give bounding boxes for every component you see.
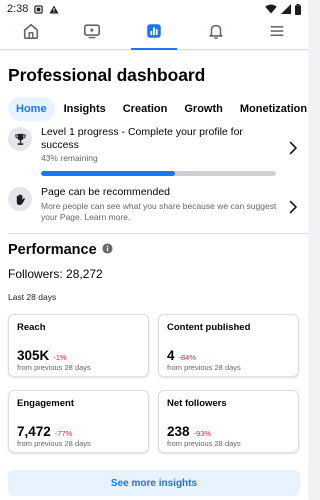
tab-home[interactable] <box>0 18 62 49</box>
hand-wave-icon <box>8 187 32 211</box>
card-value: 4 <box>167 348 175 363</box>
trophy-icon <box>8 127 32 151</box>
video-icon <box>83 22 101 45</box>
status-bar: 2:38 <box>0 0 308 18</box>
card-note: from previous 28 days <box>17 363 91 372</box>
pill-growth[interactable]: Growth <box>176 97 231 121</box>
level-progress-bar <box>41 171 276 176</box>
see-more-insights-button[interactable]: See more insights <box>8 470 300 496</box>
card-title: Content published <box>167 322 251 333</box>
pill-insights[interactable]: Insights <box>56 97 114 121</box>
level-progress-remaining: 43% remaining <box>41 153 98 163</box>
card-title: Net followers <box>167 398 227 409</box>
card-title: Reach <box>17 322 46 333</box>
divider <box>8 233 308 234</box>
warning-icon <box>49 5 59 14</box>
tab-menu[interactable] <box>246 18 308 49</box>
engagement-card[interactable]: Engagement 7,472 -77% from previous 28 d… <box>8 390 149 453</box>
level-progress-fill <box>41 171 175 176</box>
home-icon <box>22 22 40 45</box>
net-followers-card[interactable]: Net followers 238 -93% from previous 28 … <box>158 390 299 453</box>
performance-title: Performance <box>8 242 97 258</box>
bell-icon <box>207 22 225 45</box>
chevron-right-icon <box>288 141 298 155</box>
card-change: -84% <box>178 353 197 362</box>
level-progress-row[interactable]: Level 1 progress - Complete your profile… <box>0 124 308 178</box>
notification-icon <box>34 4 44 14</box>
card-change: -93% <box>193 429 212 438</box>
card-note: from previous 28 days <box>167 363 241 372</box>
signal-icon <box>281 4 291 14</box>
card-note: from previous 28 days <box>167 439 241 448</box>
tab-dashboard[interactable] <box>123 18 185 50</box>
wifi-icon <box>265 4 277 14</box>
pill-monetization[interactable]: Monetization <box>232 97 315 121</box>
recommend-row[interactable]: Page can be recommended More people can … <box>0 185 308 229</box>
battery-icon <box>295 3 301 15</box>
pill-creation[interactable]: Creation <box>115 97 176 121</box>
info-icon[interactable] <box>102 242 113 258</box>
section-pills: Home Insights Creation Growth Monetizati… <box>8 96 316 122</box>
card-value: 7,472 <box>17 424 51 439</box>
reach-card[interactable]: Reach 305K -1% from previous 28 days <box>8 314 149 377</box>
content-published-card[interactable]: Content published 4 -84% from previous 2… <box>158 314 299 377</box>
top-tab-bar <box>0 18 308 50</box>
card-change: -77% <box>54 429 73 438</box>
level-progress-title: Level 1 progress - Complete your profile… <box>41 126 243 151</box>
followers-count: Followers: 28,272 <box>8 267 103 281</box>
card-value: 238 <box>167 424 190 439</box>
card-title: Engagement <box>17 398 75 409</box>
page-title: Professional dashboard <box>8 65 206 85</box>
status-time: 2:38 <box>7 3 29 15</box>
chevron-right-icon <box>288 200 298 214</box>
recommend-description: More people can see what you share becau… <box>41 200 277 222</box>
card-value: 305K <box>17 348 50 363</box>
period-label: Last 28 days <box>8 292 57 302</box>
pill-home[interactable]: Home <box>8 97 55 121</box>
dashboard-icon <box>145 22 163 45</box>
menu-icon <box>268 22 286 45</box>
recommend-title: Page can be recommended <box>41 186 170 198</box>
performance-heading: Performance <box>8 242 113 258</box>
tab-notifications[interactable] <box>185 18 247 49</box>
tab-video[interactable] <box>62 18 124 49</box>
dashboard-content: Professional dashboard Home Insights Cre… <box>0 51 308 500</box>
card-note: from previous 28 days <box>17 439 91 448</box>
card-change: -1% <box>53 353 67 362</box>
